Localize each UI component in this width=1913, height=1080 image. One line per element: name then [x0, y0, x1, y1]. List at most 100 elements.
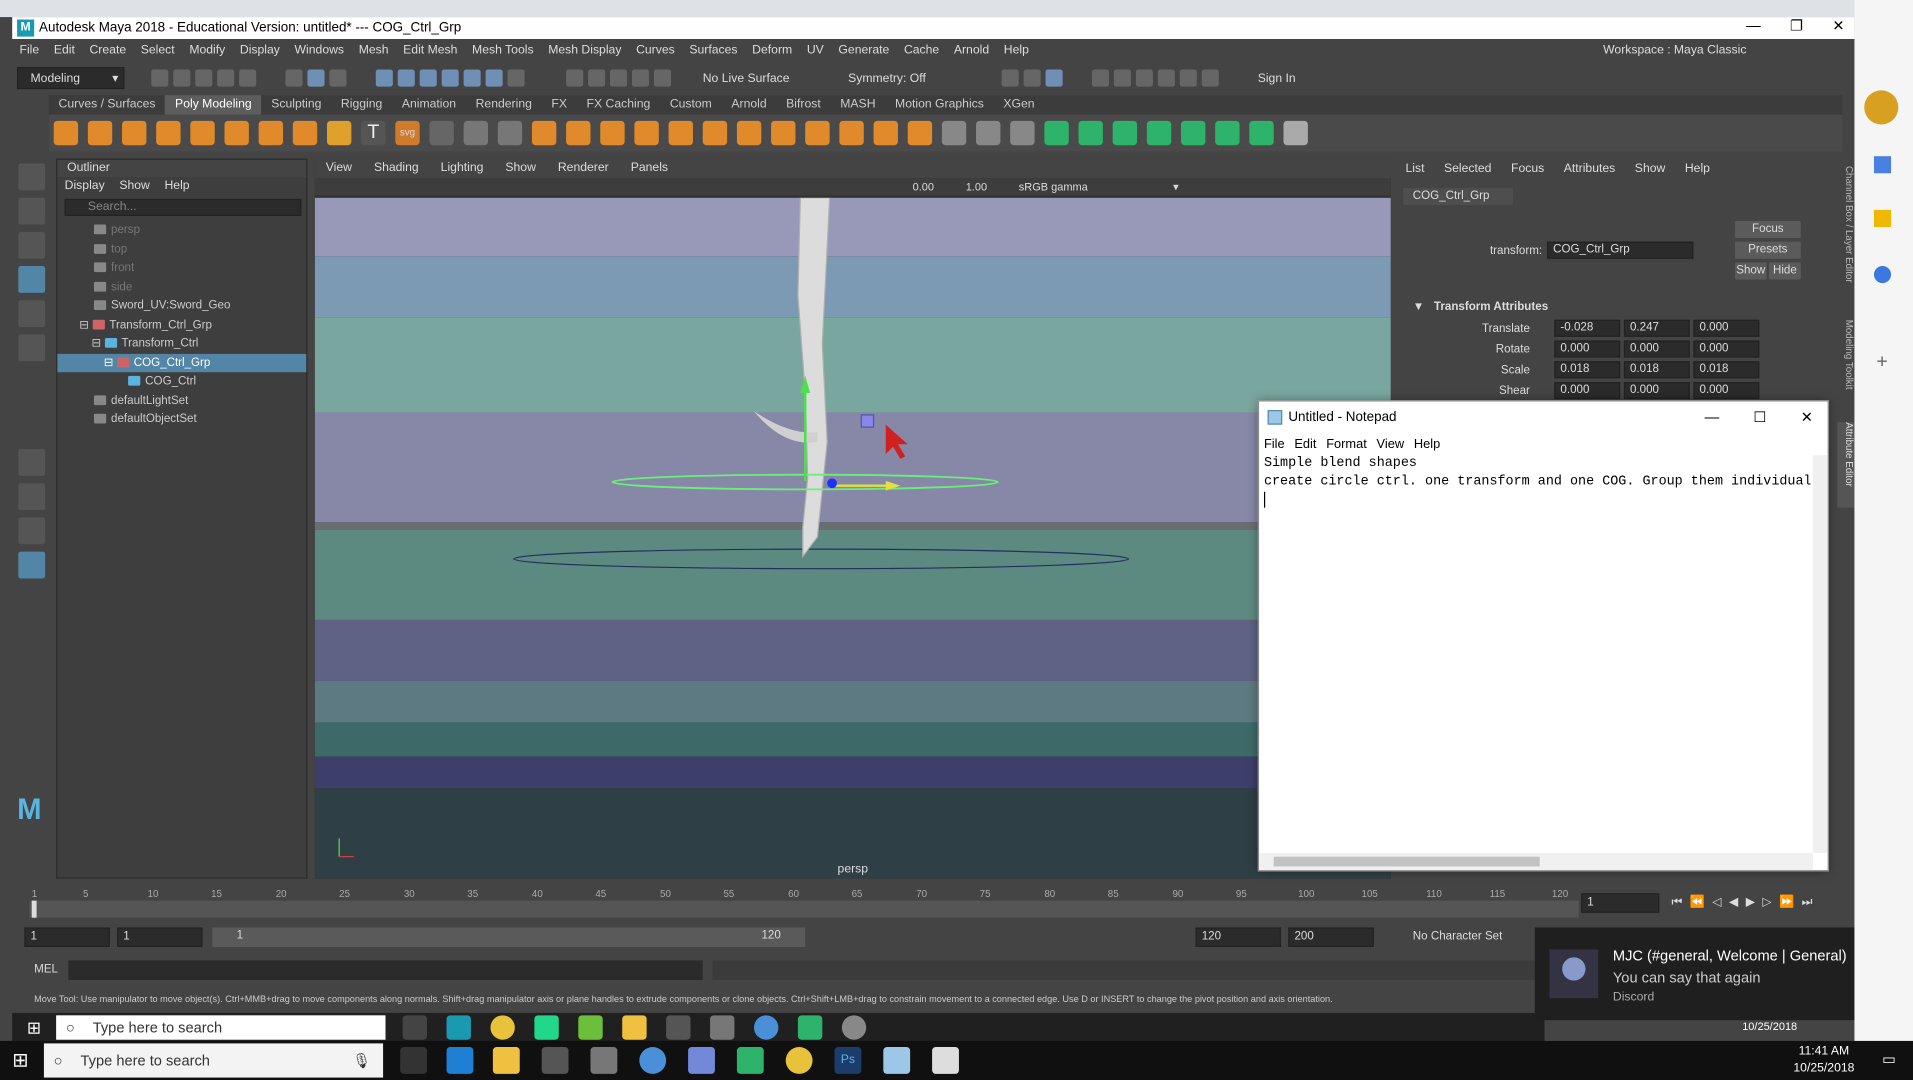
hypershade-icon[interactable]	[1113, 69, 1131, 87]
close-icon[interactable]: ✕	[1832, 17, 1844, 34]
play-forwards-icon[interactable]: ▶	[1746, 896, 1755, 909]
viewport-menu-view[interactable]: View	[326, 159, 352, 179]
ae-menu-list[interactable]: List	[1405, 159, 1424, 181]
current-frame-field[interactable]: 1	[1581, 893, 1660, 913]
notepadpp-app-icon[interactable]	[578, 1015, 603, 1040]
notification-center-icon[interactable]: ▭	[1882, 1051, 1896, 1068]
pycharm-app-icon[interactable]	[534, 1015, 559, 1040]
photoshop-app-icon[interactable]: Ps	[834, 1047, 862, 1074]
menu-arnold[interactable]: Arnold	[954, 43, 989, 56]
save-scene-icon[interactable]	[195, 69, 213, 87]
tasks-icon[interactable]	[1873, 266, 1892, 284]
fill-hole-icon[interactable]	[668, 120, 693, 146]
translate-x-field[interactable]: -0.028	[1554, 319, 1621, 337]
spotify-app-icon[interactable]	[736, 1047, 764, 1074]
pause-icon[interactable]	[1201, 69, 1219, 87]
workspace-select[interactable]: Maya Classic	[1674, 43, 1747, 56]
select-tool-icon[interactable]	[18, 163, 46, 191]
side-tab-attribute-editor[interactable]: Attribute Editor	[1837, 422, 1855, 508]
transform-name-field[interactable]: COG_Ctrl_Grp	[1546, 241, 1694, 259]
outliner-item-top[interactable]: top	[57, 240, 306, 259]
restore-icon[interactable]: ❐	[1790, 17, 1803, 34]
rotate-z-field[interactable]: 0.000	[1693, 340, 1760, 358]
ipr-icon[interactable]	[1045, 69, 1063, 87]
outliner-item-side[interactable]: side	[57, 278, 306, 297]
notepad-menu-help[interactable]: Help	[1414, 437, 1440, 452]
chevron-down-icon[interactable]: ▾	[1173, 180, 1179, 193]
chrome-app-icon[interactable]	[490, 1015, 515, 1040]
store-app-icon[interactable]	[541, 1047, 569, 1074]
animation-end-field[interactable]: 200	[1288, 927, 1374, 947]
menu-edit-mesh[interactable]: Edit Mesh	[403, 43, 457, 56]
character-set-select[interactable]: No Character Set	[1413, 930, 1503, 943]
two-view-layout-icon[interactable]	[18, 517, 46, 545]
presets-button[interactable]: Presets	[1734, 241, 1801, 259]
shelf-tab-xgen[interactable]: XGen	[994, 95, 1045, 115]
menu-display[interactable]: Display	[240, 43, 280, 56]
menu-cache[interactable]: Cache	[904, 43, 939, 56]
menu-help[interactable]: Help	[1004, 43, 1029, 56]
current-frame-marker[interactable]	[31, 900, 37, 918]
shelf-tab-fx-caching[interactable]: FX Caching	[577, 95, 660, 115]
outliner-item-persp[interactable]: persp	[57, 221, 306, 240]
windows-start-icon[interactable]: ⊞	[12, 1048, 28, 1072]
uv-unfold-icon[interactable]	[1180, 120, 1206, 146]
transform-ctrl-curve[interactable]	[513, 548, 1130, 570]
ae-node-tab[interactable]: COG_Ctrl_Grp	[1403, 187, 1513, 206]
construction-icon[interactable]	[631, 69, 650, 87]
poly-torus-icon[interactable]	[190, 120, 215, 146]
shelf-tab-curves-surfaces[interactable]: Curves / Surfaces	[49, 95, 165, 115]
side-tab-modeling-toolkit[interactable]: Modeling Toolkit	[1837, 320, 1854, 405]
scale-x-field[interactable]: 0.018	[1554, 361, 1621, 379]
minimize-icon[interactable]: —	[1746, 17, 1761, 34]
menu-surfaces[interactable]: Surfaces	[689, 43, 737, 56]
ae-menu-help[interactable]: Help	[1685, 159, 1710, 181]
text-icon[interactable]: T	[361, 120, 386, 146]
menu-deform[interactable]: Deform	[752, 43, 792, 56]
shelf-tab-bifrost[interactable]: Bifrost	[776, 95, 830, 115]
taskbar-search-box[interactable]: ○ Type here to search 🎙	[43, 1043, 384, 1078]
notepad-menu-format[interactable]: Format	[1326, 437, 1367, 452]
menu-file[interactable]: File	[20, 43, 40, 56]
snap-view-plane-icon[interactable]	[441, 69, 459, 87]
ae-menu-attributes[interactable]: Attributes	[1564, 159, 1616, 181]
outliner-item-front[interactable]: front	[57, 259, 306, 278]
go-to-end-icon[interactable]: ⏭	[1802, 896, 1813, 909]
menu-mesh-tools[interactable]: Mesh Tools	[472, 43, 533, 56]
playback-start-field[interactable]: 1	[117, 927, 203, 947]
discord-notification[interactable]: MJC (#general, Welcome | General) You ca…	[1534, 927, 1901, 1021]
outliner-item-cog-ctrl-grp[interactable]: ⊟ COG_Ctrl_Grp	[57, 353, 307, 373]
outliner-item-transform-ctrl[interactable]: ⊟ Transform_Ctrl	[57, 334, 306, 353]
uv-automatic-icon[interactable]	[1146, 120, 1172, 146]
snap-point-icon[interactable]	[419, 69, 437, 87]
move-manipulator-plane-handle[interactable]	[860, 414, 875, 428]
mirror-icon[interactable]	[634, 120, 659, 146]
snap-live-icon[interactable]	[463, 69, 481, 87]
discord-app-icon[interactable]	[688, 1047, 715, 1074]
wrap-icon[interactable]	[653, 69, 672, 87]
keep-icon[interactable]	[1873, 209, 1892, 227]
notepad-menu-file[interactable]: File	[1264, 437, 1285, 452]
combine-icon[interactable]	[463, 120, 489, 146]
snap-curve-icon[interactable]	[397, 69, 415, 87]
input-icon[interactable]	[588, 69, 606, 87]
menu-mesh-display[interactable]: Mesh Display	[548, 43, 621, 56]
translate-y-field[interactable]: 0.247	[1623, 319, 1690, 337]
move-tool-icon[interactable]	[18, 266, 46, 293]
paint-select-tool-icon[interactable]	[18, 231, 46, 259]
focus-button[interactable]: Focus	[1734, 220, 1801, 238]
rotate-y-field[interactable]: 0.000	[1623, 340, 1690, 358]
store-app-icon[interactable]	[666, 1015, 691, 1040]
shear-y-field[interactable]: 0.000	[1623, 381, 1690, 400]
viewport-menu-panels[interactable]: Panels	[631, 159, 668, 179]
explorer-app-icon[interactable]	[492, 1047, 520, 1074]
history-icon[interactable]	[566, 69, 584, 87]
render-region-icon[interactable]	[1001, 69, 1019, 87]
step-back-frame-icon[interactable]: ◁	[1712, 896, 1721, 909]
lasso-tool-icon[interactable]	[18, 197, 46, 225]
scale-y-field[interactable]: 0.018	[1623, 361, 1690, 379]
viewport-menu-show[interactable]: Show	[505, 159, 536, 179]
loading-app-icon[interactable]	[841, 1015, 867, 1040]
outliner-layout-icon[interactable]	[18, 551, 46, 579]
multi-cut-icon[interactable]	[941, 120, 967, 146]
